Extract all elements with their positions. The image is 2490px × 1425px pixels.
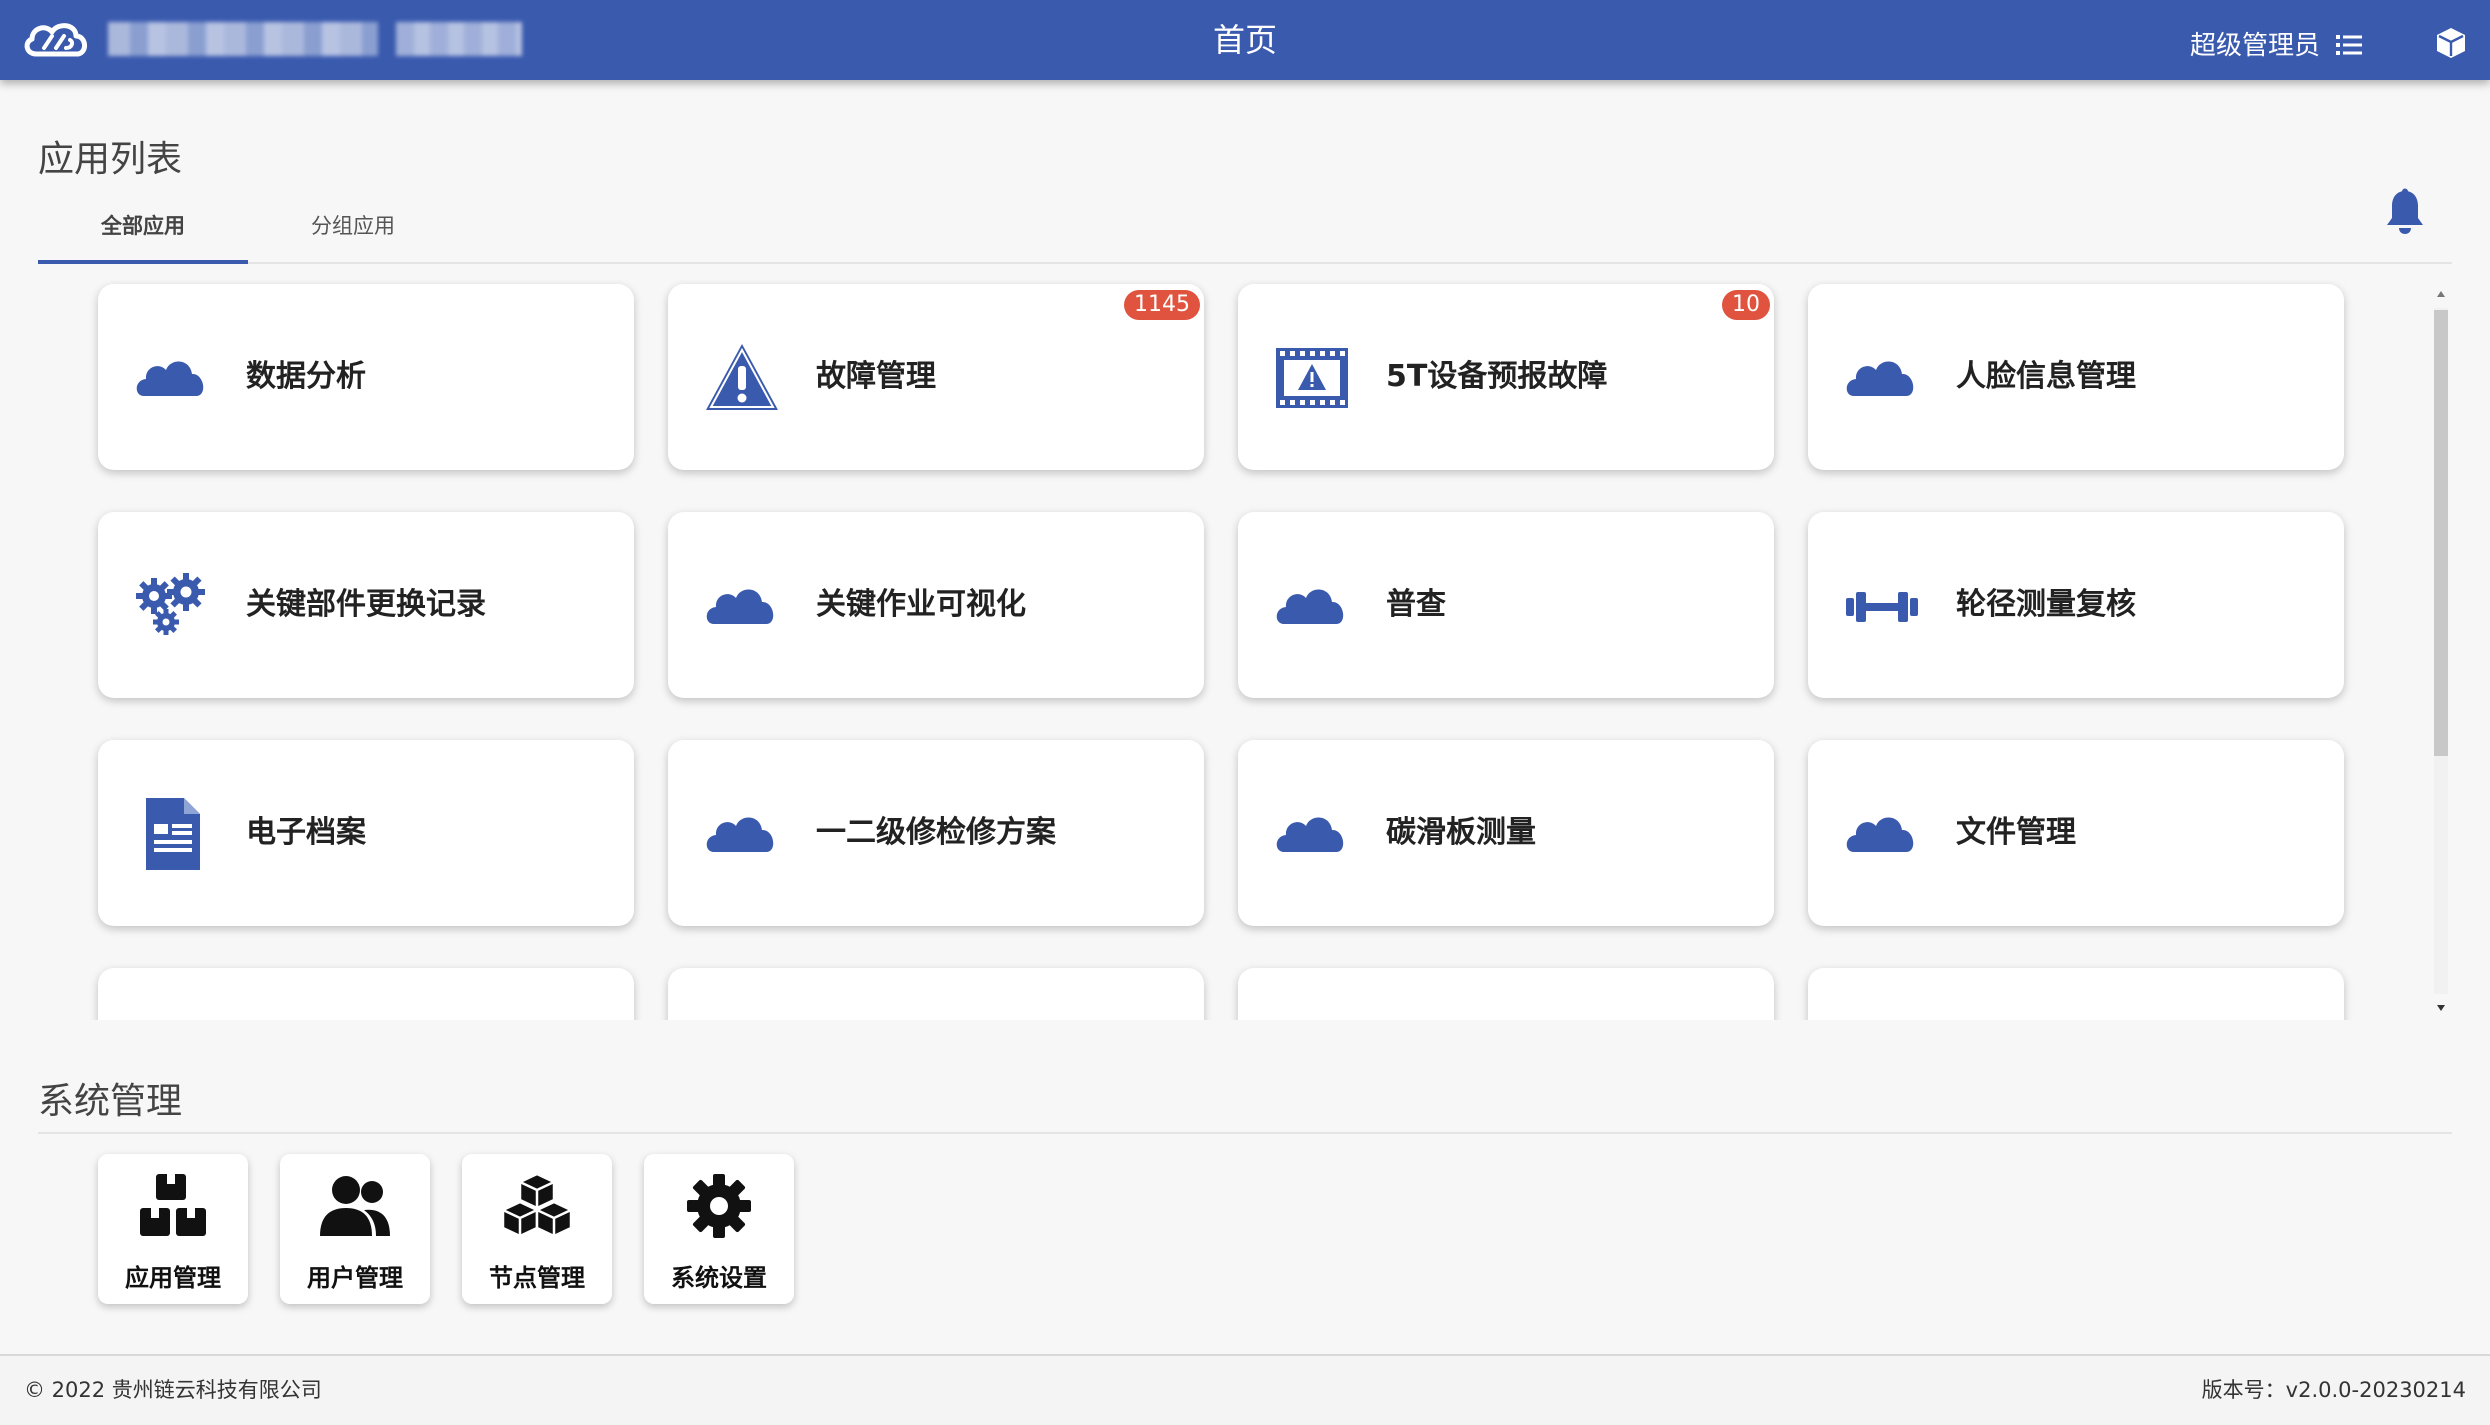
app-card-label: 轮径测量复核 (1956, 587, 2136, 622)
gears-icon (134, 570, 210, 642)
cloud-icon (1844, 342, 1920, 414)
bell-icon[interactable] (2384, 188, 2426, 236)
cloud-icon (1274, 570, 1350, 642)
tab-grouped-apps[interactable]: 分组应用 (248, 196, 458, 260)
app-card-partial[interactable] (98, 968, 634, 1020)
app-card[interactable]: 普查 (1238, 512, 1774, 698)
dumbbell-icon (1844, 570, 1920, 642)
app-card[interactable]: 轮径测量复核 (1808, 512, 2344, 698)
app-tabs: 全部应用 分组应用 (38, 196, 2452, 264)
copyright-text: © 2022 贵州链云科技有限公司 (24, 1378, 322, 1402)
footer: © 2022 贵州链云科技有限公司 版本号：v2.0.0-20230214 (0, 1354, 2490, 1425)
warning-triangle-icon (704, 342, 780, 414)
user-name[interactable]: 超级管理员 (2190, 26, 2320, 66)
app-card-label: 关键作业可视化 (816, 587, 1026, 622)
app-card-label: 文件管理 (1956, 815, 2076, 850)
system-tile[interactable]: 系统设置 (644, 1154, 794, 1304)
system-tile[interactable]: 应用管理 (98, 1154, 248, 1304)
app-card[interactable]: 文件管理 (1808, 740, 2344, 926)
scroll-down-arrow-icon[interactable] (2434, 1000, 2448, 1016)
cubes-icon (500, 1172, 574, 1240)
system-divider (38, 1132, 2452, 1134)
tab-all-apps[interactable]: 全部应用 (38, 196, 248, 264)
app-card-label: 故障管理 (816, 359, 936, 394)
app-card[interactable]: 5T设备预报故障 10 (1238, 284, 1774, 470)
app-grid-scrollbar[interactable] (2430, 284, 2448, 1018)
app-card[interactable]: 关键部件更换记录 (98, 512, 634, 698)
app-card[interactable]: 故障管理 1145 (668, 284, 1204, 470)
cube-icon[interactable] (2434, 26, 2468, 60)
cloud-icon (1274, 798, 1350, 870)
app-card[interactable]: 人脸信息管理 (1808, 284, 2344, 470)
app-card-label: 人脸信息管理 (1956, 359, 2136, 394)
app-card-label: 一二级修检修方案 (816, 815, 1056, 850)
app-card[interactable]: 关键作业可视化 (668, 512, 1204, 698)
system-tile[interactable]: 用户管理 (280, 1154, 430, 1304)
system-tile-label: 用户管理 (307, 1264, 403, 1292)
list-icon[interactable] (2334, 30, 2364, 60)
app-card[interactable]: 电子档案 (98, 740, 634, 926)
cloud-icon (1844, 798, 1920, 870)
film-warning-icon (1274, 342, 1350, 414)
app-card[interactable]: 一二级修检修方案 (668, 740, 1204, 926)
cloud-icon (134, 342, 210, 414)
system-tile-label: 应用管理 (125, 1264, 221, 1292)
notification-count-badge: 10 (1722, 290, 1770, 320)
app-list-title: 应用列表 (38, 139, 183, 180)
app-card[interactable]: 数据分析 (98, 284, 634, 470)
system-tile-label: 系统设置 (671, 1264, 767, 1292)
app-card-label: 5T设备预报故障 (1386, 359, 1608, 394)
app-card-partial[interactable] (1808, 968, 2344, 1020)
document-icon (134, 798, 210, 870)
cloud-icon (704, 570, 780, 642)
app-card-partial[interactable] (668, 968, 1204, 1020)
app-card-label: 数据分析 (246, 359, 366, 394)
page-title: 首页 (1212, 21, 1277, 59)
app-card-partial[interactable] (1238, 968, 1774, 1020)
app-card-label: 普查 (1386, 587, 1446, 622)
app-card-label: 碳滑板测量 (1386, 815, 1536, 850)
notification-count-badge: 1145 (1124, 290, 1200, 320)
scroll-up-arrow-icon[interactable] (2434, 286, 2448, 302)
app-grid-viewport: 数据分析 故障管理 1145 5T设备预报故障 10 人脸信息管理关键部件更换记录 关键作业… (38, 280, 2452, 1020)
app-card-label: 关键部件更换记录 (246, 587, 486, 622)
top-navbar: 首页 超级管理员 (0, 0, 2490, 80)
app-card[interactable]: 碳滑板测量 (1238, 740, 1774, 926)
scrollbar-thumb[interactable] (2434, 310, 2448, 756)
cloud-icon (704, 798, 780, 870)
gear-icon (682, 1172, 756, 1240)
version-text: 版本号：v2.0.0-20230214 (2201, 1378, 2466, 1402)
app-card-label: 电子档案 (246, 815, 366, 850)
users-icon (318, 1172, 392, 1240)
boxes-icon (136, 1172, 210, 1240)
system-management-title: 系统管理 (38, 1081, 183, 1122)
system-tile[interactable]: 节点管理 (462, 1154, 612, 1304)
system-tile-label: 节点管理 (489, 1264, 585, 1292)
